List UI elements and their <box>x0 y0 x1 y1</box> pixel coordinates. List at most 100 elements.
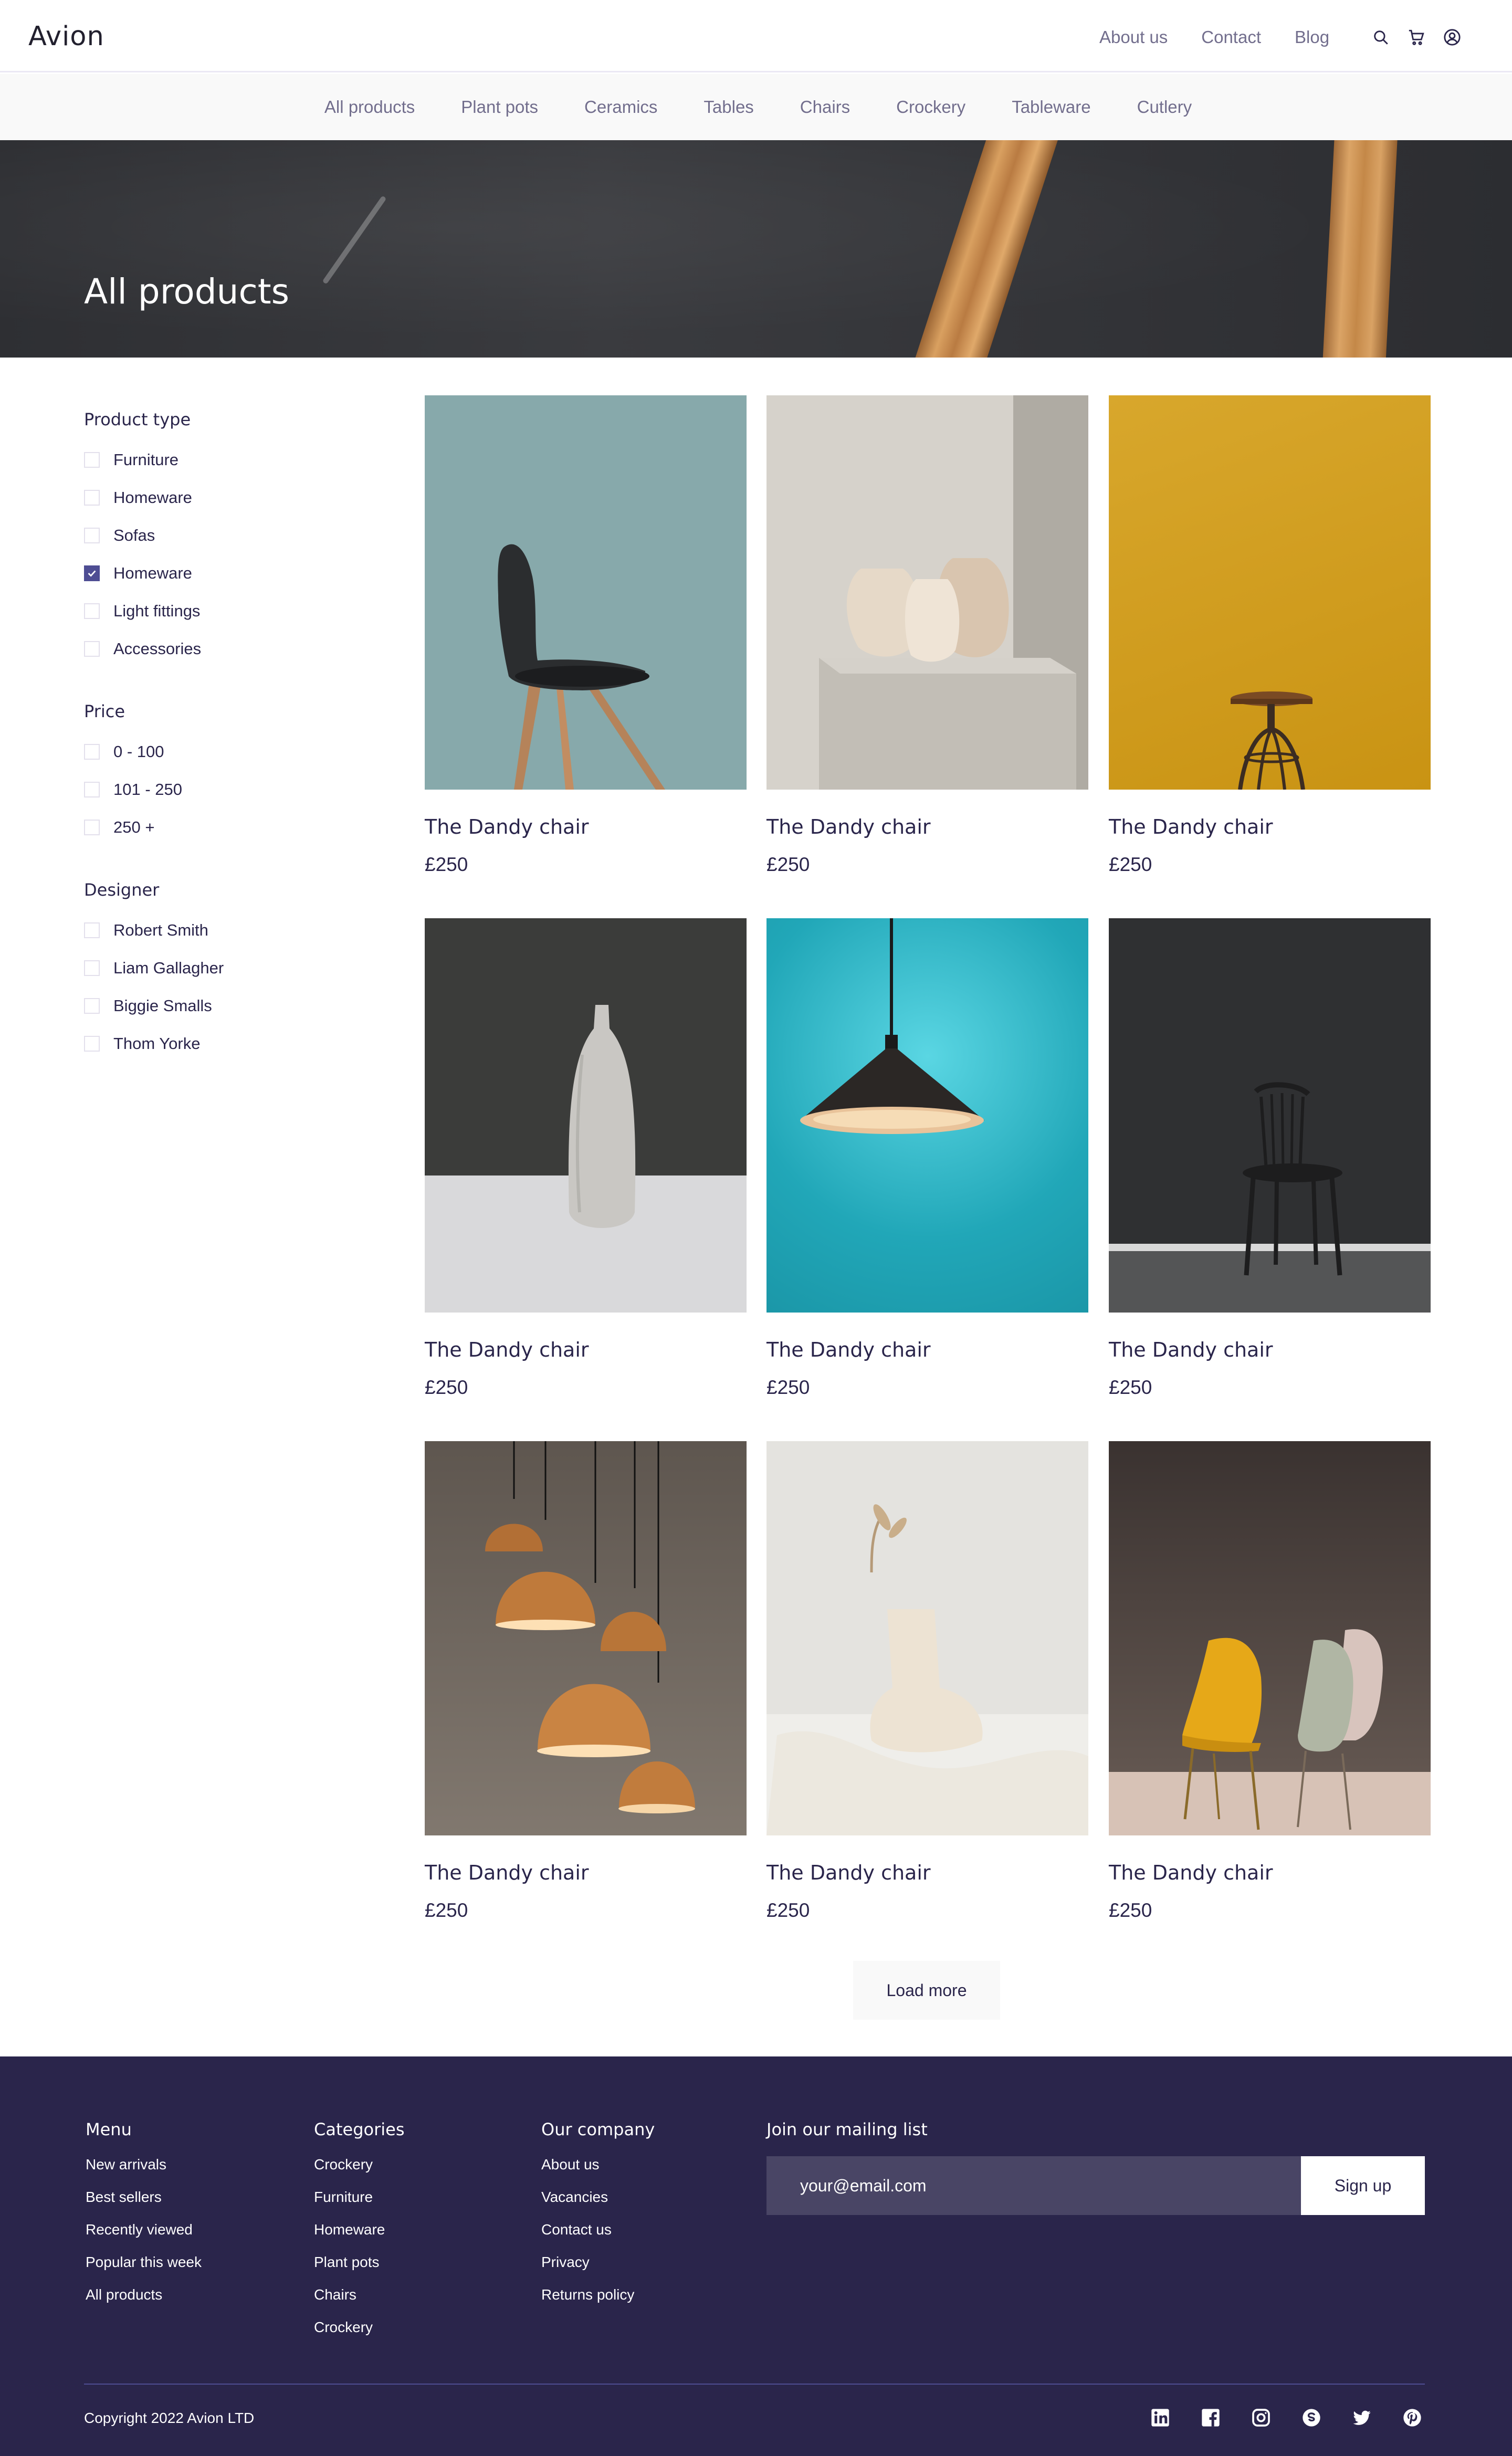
footer-column-title: Menu <box>86 2119 132 2139</box>
checkbox[interactable] <box>84 490 100 506</box>
category-ceramics[interactable]: Ceramics <box>584 97 657 117</box>
product-name[interactable]: The Dandy chair <box>425 815 589 838</box>
product-price: £250 <box>1109 854 1152 875</box>
logo[interactable]: Avion <box>28 21 104 52</box>
category-cutlery[interactable]: Cutlery <box>1137 97 1192 117</box>
footer-link[interactable]: Vacancies <box>541 2187 655 2219</box>
checkbox-checked[interactable] <box>84 565 100 581</box>
category-crockery[interactable]: Crockery <box>896 97 965 117</box>
product-image[interactable] <box>425 918 747 1313</box>
footer-link[interactable]: Privacy <box>541 2252 655 2284</box>
facebook-icon[interactable] <box>1200 2407 1221 2428</box>
instagram-icon[interactable] <box>1251 2407 1272 2428</box>
footer-link[interactable]: Plant pots <box>314 2252 404 2284</box>
filter-label: Light fittings <box>113 602 201 620</box>
filter-option[interactable]: Thom Yorke <box>84 1034 357 1053</box>
footer-link[interactable]: Homeware <box>314 2219 404 2252</box>
checkbox[interactable] <box>84 960 100 976</box>
product-image[interactable] <box>766 918 1088 1313</box>
product-name[interactable]: The Dandy chair <box>766 1338 931 1361</box>
category-all-products[interactable]: All products <box>324 97 415 117</box>
product-image[interactable] <box>425 1441 747 1835</box>
product-card[interactable]: The Dandy chair £250 <box>766 1441 1088 1921</box>
footer-link[interactable]: Returns policy <box>541 2284 655 2317</box>
checkbox[interactable] <box>84 452 100 468</box>
search-icon[interactable] <box>1372 28 1390 46</box>
product-name[interactable]: The Dandy chair <box>766 815 931 838</box>
footer-link[interactable]: Chairs <box>314 2284 404 2317</box>
filter-option[interactable]: Accessories <box>84 639 357 658</box>
product-image[interactable] <box>1109 395 1431 790</box>
product-image[interactable] <box>1109 1441 1431 1835</box>
skype-icon[interactable] <box>1301 2407 1322 2428</box>
footer-link[interactable]: About us <box>541 2154 655 2187</box>
nav-about-us[interactable]: About us <box>1099 27 1168 47</box>
footer-link[interactable]: Crockery <box>314 2154 404 2187</box>
checkbox[interactable] <box>84 1036 100 1052</box>
product-card[interactable]: The Dandy chair £250 <box>425 395 747 875</box>
product-name[interactable]: The Dandy chair <box>425 1861 589 1884</box>
footer-link[interactable]: Best sellers <box>86 2187 202 2219</box>
footer-link[interactable]: New arrivals <box>86 2154 202 2187</box>
checkbox[interactable] <box>84 998 100 1014</box>
filter-option[interactable]: 250 + <box>84 818 357 837</box>
product-card[interactable]: The Dandy chair £250 <box>1109 1441 1431 1921</box>
sign-up-button[interactable]: Sign up <box>1301 2156 1425 2215</box>
linkedin-icon[interactable] <box>1150 2407 1171 2428</box>
category-chairs[interactable]: Chairs <box>800 97 850 117</box>
email-input[interactable] <box>766 2156 1301 2215</box>
filter-option[interactable]: Robert Smith <box>84 921 357 940</box>
user-icon[interactable] <box>1443 28 1461 46</box>
product-image[interactable] <box>766 395 1088 790</box>
product-name[interactable]: The Dandy chair <box>766 1861 931 1884</box>
filter-option[interactable]: Homeware <box>84 564 357 583</box>
filter-option[interactable]: Liam Gallagher <box>84 959 357 978</box>
checkbox[interactable] <box>84 641 100 657</box>
load-more-button[interactable]: Load more <box>853 1961 1000 2020</box>
filter-option[interactable]: Light fittings <box>84 602 357 621</box>
footer-link[interactable]: Furniture <box>314 2187 404 2219</box>
checkbox[interactable] <box>84 782 100 797</box>
product-name[interactable]: The Dandy chair <box>1109 815 1273 838</box>
product-price: £250 <box>1109 1377 1152 1398</box>
product-card[interactable]: The Dandy chair £250 <box>1109 918 1431 1398</box>
footer-link[interactable]: Recently viewed <box>86 2219 202 2252</box>
product-card[interactable]: The Dandy chair £250 <box>766 395 1088 875</box>
checkbox[interactable] <box>84 744 100 760</box>
category-plant-pots[interactable]: Plant pots <box>461 97 538 117</box>
checkbox[interactable] <box>84 820 100 835</box>
product-name[interactable]: The Dandy chair <box>1109 1861 1273 1884</box>
twitter-icon[interactable] <box>1351 2407 1372 2428</box>
filter-option[interactable]: Furniture <box>84 450 357 469</box>
filter-option[interactable]: Biggie Smalls <box>84 996 357 1015</box>
category-bar: All products Plant pots Ceramics Tables … <box>0 74 1512 140</box>
product-image[interactable] <box>425 395 747 790</box>
filter-option[interactable]: Sofas <box>84 526 357 545</box>
category-tables[interactable]: Tables <box>704 97 753 117</box>
category-nav: All products Plant pots Ceramics Tables … <box>0 97 1512 117</box>
filter-option[interactable]: 101 - 250 <box>84 780 357 799</box>
product-card[interactable]: The Dandy chair £250 <box>766 918 1088 1398</box>
product-image[interactable] <box>766 1441 1088 1835</box>
product-image[interactable] <box>1109 918 1431 1313</box>
category-tableware[interactable]: Tableware <box>1012 97 1090 117</box>
footer-link[interactable]: Crockery <box>314 2317 404 2349</box>
product-name[interactable]: The Dandy chair <box>425 1338 589 1361</box>
footer-link[interactable]: All products <box>86 2284 202 2317</box>
product-card[interactable]: The Dandy chair £250 <box>425 1441 747 1921</box>
product-card[interactable]: The Dandy chair £250 <box>425 918 747 1398</box>
footer-link[interactable]: Contact us <box>541 2219 655 2252</box>
cart-icon[interactable] <box>1408 28 1425 46</box>
nav-contact[interactable]: Contact <box>1201 27 1261 47</box>
checkbox[interactable] <box>84 922 100 938</box>
checkbox[interactable] <box>84 528 100 543</box>
product-name[interactable]: The Dandy chair <box>1109 1338 1273 1361</box>
pinterest-icon[interactable] <box>1402 2407 1423 2428</box>
product-card[interactable]: The Dandy chair £250 <box>1109 395 1431 875</box>
nav-blog[interactable]: Blog <box>1295 27 1329 47</box>
filter-option[interactable]: 0 - 100 <box>84 742 357 761</box>
footer-link[interactable]: Popular this week <box>86 2252 202 2284</box>
checkbox[interactable] <box>84 603 100 619</box>
filter-option[interactable]: Homeware <box>84 488 357 507</box>
filter-label: Robert Smith <box>113 921 208 939</box>
